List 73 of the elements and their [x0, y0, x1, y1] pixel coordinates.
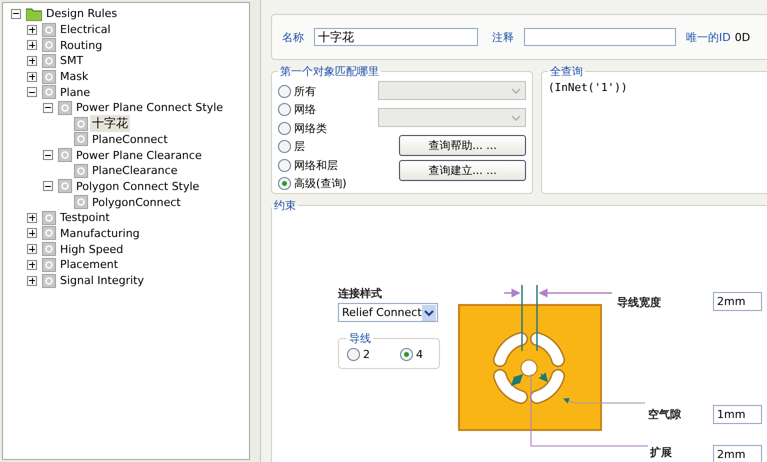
- tree-item[interactable]: High Speed: [58, 242, 126, 256]
- radio-button[interactable]: [400, 348, 413, 360]
- radio-button[interactable]: [347, 348, 360, 360]
- radio-label: 网络: [294, 102, 316, 117]
- folder-icon: [26, 6, 42, 21]
- conductor-width-label: 导线宽度: [617, 295, 661, 310]
- air-gap-label: 空气隙: [648, 407, 681, 422]
- comment-field[interactable]: [524, 28, 676, 46]
- radio-label: 网络和层: [294, 158, 338, 172]
- radio-label: 4: [416, 348, 423, 360]
- expansion-label: 扩展: [650, 445, 672, 460]
- radio-button[interactable]: [278, 140, 291, 153]
- tree-item[interactable]: Power Plane Connect Style: [74, 101, 226, 114]
- tree-item[interactable]: Plane: [58, 86, 92, 99]
- radio-button[interactable]: [278, 158, 291, 172]
- tree-item[interactable]: SMT: [58, 54, 86, 68]
- comment-label: 注释: [492, 30, 514, 44]
- connect-style-label: 连接样式: [338, 286, 382, 301]
- chevron-icon: [511, 88, 521, 94]
- connect-style-dropdown[interactable]: Relief Connect: [338, 303, 438, 322]
- collapse-icon[interactable]: [43, 102, 53, 113]
- tree-item[interactable]: Design Rules: [44, 7, 120, 20]
- tree-item[interactable]: Signal Integrity: [58, 274, 146, 288]
- expand-icon[interactable]: [27, 72, 37, 82]
- id-value: 0D: [734, 30, 750, 44]
- name-label: 名称: [282, 30, 304, 44]
- group-title: 第一个对象匹配哪里: [279, 64, 380, 79]
- group-title: 约束: [273, 198, 297, 213]
- tree-item[interactable]: 十字花: [90, 115, 130, 132]
- expand-icon[interactable]: [27, 260, 37, 270]
- tree-item[interactable]: Manufacturing: [58, 226, 142, 240]
- radio-button[interactable]: [278, 122, 291, 134]
- tree-item[interactable]: Mask: [58, 70, 90, 84]
- expand-icon[interactable]: [27, 228, 37, 238]
- expand-icon[interactable]: [27, 212, 37, 223]
- radio-label: 2: [363, 348, 370, 360]
- tree-item[interactable]: PlaneConnect: [90, 132, 170, 146]
- expand-icon[interactable]: [27, 56, 37, 66]
- conductor-width-field[interactable]: 2mm: [713, 292, 762, 311]
- tree-item[interactable]: Testpoint: [58, 211, 112, 224]
- chevron-icon: [511, 114, 521, 120]
- expansion-field[interactable]: 2mm: [713, 445, 762, 462]
- tree-item[interactable]: Electrical: [58, 23, 113, 36]
- air-gap-field[interactable]: 1mm: [713, 405, 762, 424]
- expand-icon[interactable]: [27, 276, 37, 286]
- radio-label: 层: [294, 139, 305, 154]
- name-field[interactable]: 十字花: [314, 28, 478, 46]
- tree-item[interactable]: PlaneClearance: [90, 164, 180, 178]
- expand-icon[interactable]: [27, 40, 37, 50]
- expand-icon[interactable]: [27, 244, 37, 254]
- query-button[interactable]: 查询帮助... ...: [399, 135, 526, 156]
- collapse-icon[interactable]: [27, 87, 37, 98]
- id-label: 唯一的ID: [686, 30, 731, 44]
- radio-label: 高级(查询): [294, 176, 347, 191]
- tree-item[interactable]: Placement: [58, 258, 120, 272]
- tree-item[interactable]: Power Plane Clearance: [74, 148, 204, 162]
- radio-button[interactable]: [278, 103, 291, 116]
- radio-button[interactable]: [278, 84, 291, 98]
- tree-item[interactable]: Polygon Connect Style: [74, 180, 202, 193]
- collapse-icon[interactable]: [43, 181, 53, 192]
- query-button[interactable]: 查询建立... ...: [399, 160, 526, 181]
- collapse-icon[interactable]: [43, 150, 53, 160]
- tree-item[interactable]: PolygonConnect: [90, 196, 183, 209]
- radio-button[interactable]: [278, 177, 291, 190]
- expand-icon[interactable]: [27, 24, 37, 35]
- query-text: (InNet('1')): [548, 81, 628, 94]
- group-title: 导线: [348, 331, 372, 346]
- chevron-icon: [422, 304, 436, 320]
- radio-label: 所有: [294, 84, 316, 98]
- tree-item[interactable]: Routing: [58, 38, 104, 52]
- collapse-icon[interactable]: [11, 8, 21, 19]
- group-title: 全查询: [549, 64, 584, 79]
- radio-label: 网络类: [294, 120, 327, 136]
